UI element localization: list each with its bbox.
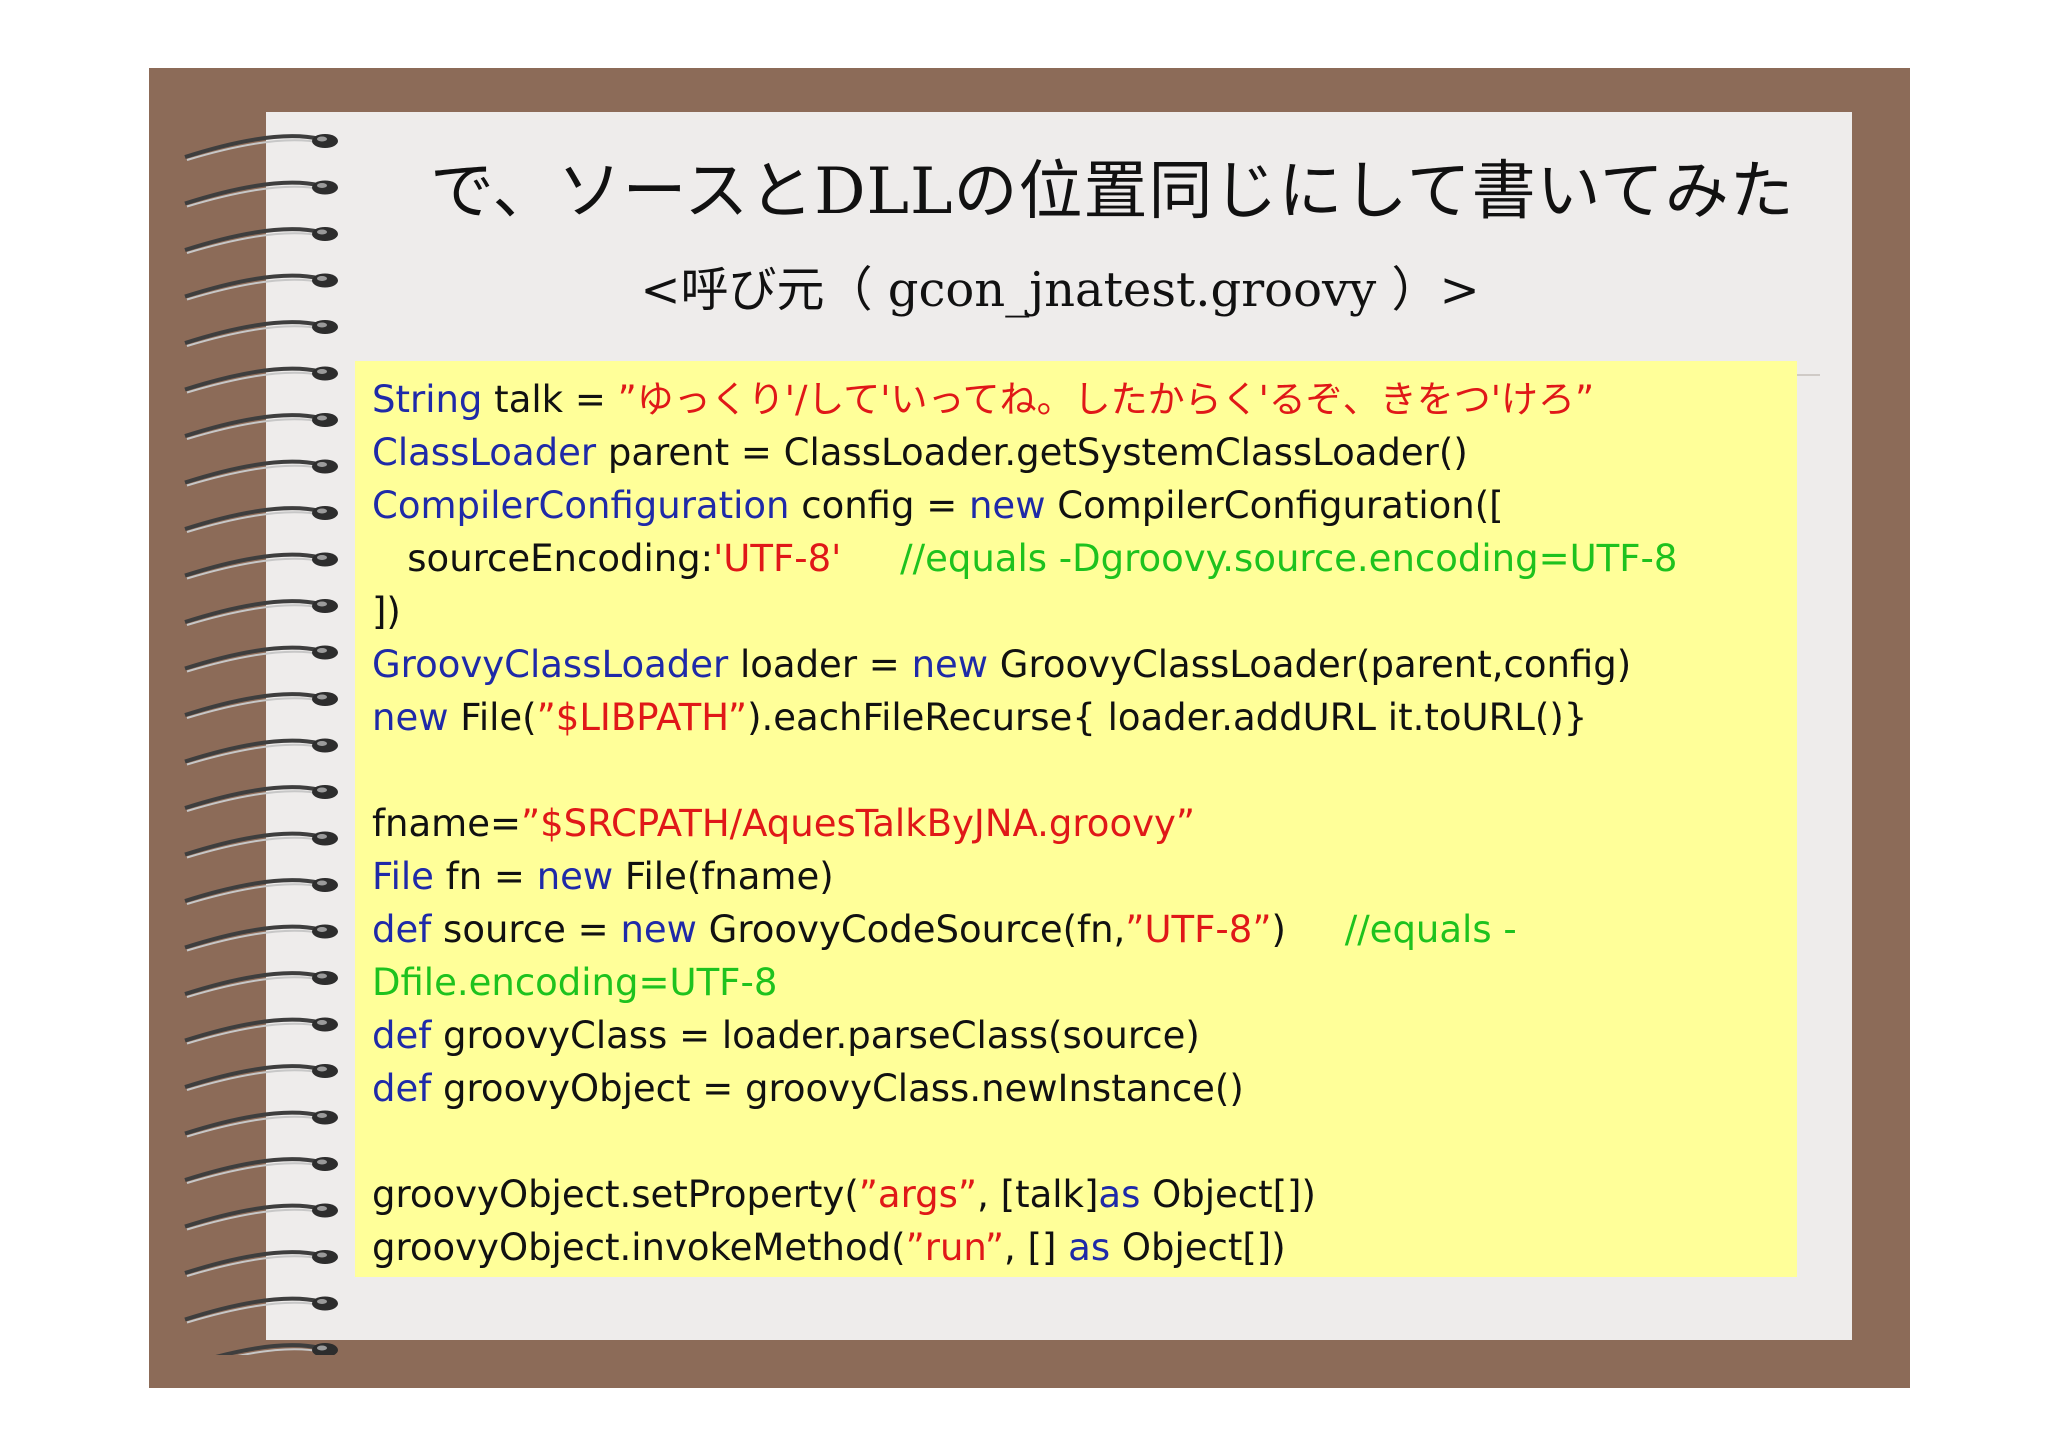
spiral-ring bbox=[184, 506, 338, 533]
code-token: new bbox=[536, 855, 614, 898]
code-token: ”args” bbox=[858, 1173, 978, 1216]
code-line: def source = new GroovyCodeSource(fn,”UT… bbox=[372, 903, 1792, 956]
code-token: ”run” bbox=[905, 1226, 1004, 1269]
code-token: new bbox=[911, 643, 989, 686]
spiral-ring bbox=[184, 738, 338, 766]
spiral-ring bbox=[184, 1017, 338, 1045]
code-token: fn = bbox=[433, 855, 537, 898]
code-line: ClassLoader parent = ClassLoader.getSyst… bbox=[372, 426, 1792, 479]
code-token: ClassLoader bbox=[372, 431, 597, 474]
code-token: groovyObject.invokeMethod( bbox=[372, 1226, 906, 1269]
code-line: groovyObject.setProperty(”args”, [talk]a… bbox=[372, 1168, 1792, 1221]
code-token: ”$LIBPATH” bbox=[536, 696, 748, 739]
spiral-ring bbox=[184, 599, 338, 626]
code-token: Dfile.encoding=UTF-8 bbox=[372, 961, 778, 1004]
spiral-ring bbox=[184, 459, 338, 487]
code-token: def bbox=[372, 1067, 432, 1110]
code-lines: String talk = ”ゆっくり'/して'いってね。したからく'るぞ、きを… bbox=[372, 373, 1792, 1274]
code-token: //equals - bbox=[1285, 908, 1517, 951]
spiral-ring bbox=[184, 785, 338, 812]
code-token: , [] bbox=[1004, 1226, 1069, 1269]
spiral-ring bbox=[184, 366, 338, 394]
code-token: groovyObject = groovyClass.newInstance() bbox=[431, 1067, 1244, 1110]
code-token: new bbox=[968, 484, 1046, 527]
spiral-ring bbox=[184, 1250, 338, 1277]
slide-title: で、ソースとDLLの位置同じにして書いてみた bbox=[430, 155, 1795, 229]
spiral-ring bbox=[184, 180, 338, 208]
code-token: GroovyClassLoader(parent,config) bbox=[988, 643, 1632, 686]
spiral-binding bbox=[184, 134, 338, 1355]
spiral-ring bbox=[184, 924, 338, 952]
spiral-ring bbox=[184, 692, 338, 719]
code-token: ).eachFileRecurse{ loader.addURL it.toUR… bbox=[747, 696, 1588, 739]
code-token: GroovyCodeSource(fn, bbox=[696, 908, 1126, 951]
spiral-ring bbox=[184, 1064, 338, 1091]
code-token: loader = bbox=[728, 643, 912, 686]
code-token: Object[]) bbox=[1140, 1173, 1316, 1216]
code-token: , [talk] bbox=[977, 1173, 1099, 1216]
code-token: new bbox=[372, 696, 449, 739]
slide-subtitle: <呼び元（ gcon_jnatest.groovy ）> bbox=[640, 262, 1480, 318]
code-token: CompilerConfiguration bbox=[372, 484, 790, 527]
code-line: def groovyClass = loader.parseClass(sour… bbox=[372, 1009, 1792, 1062]
code-token: groovyClass = loader.parseClass(source) bbox=[431, 1014, 1200, 1057]
code-token: File(fname) bbox=[613, 855, 834, 898]
code-line: fname=”$SRCPATH/AquesTalkByJNA.groovy” bbox=[372, 797, 1792, 850]
code-token: new bbox=[620, 908, 697, 951]
code-token: 'UTF-8' bbox=[713, 537, 842, 580]
code-token: ”UTF-8” bbox=[1125, 908, 1272, 951]
code-token: groovyObject.setProperty( bbox=[372, 1173, 859, 1216]
code-token: parent = ClassLoader.getSystemClassLoade… bbox=[596, 431, 1468, 474]
code-token: String bbox=[372, 378, 483, 421]
spiral-ring bbox=[184, 1110, 338, 1138]
code-token: talk = bbox=[482, 378, 618, 421]
code-token: ]) bbox=[372, 590, 401, 633]
code-token: as bbox=[1098, 1173, 1141, 1216]
code-token: File bbox=[372, 855, 434, 898]
code-line: File fn = new File(fname) bbox=[372, 850, 1792, 903]
spiral-ring bbox=[184, 273, 338, 301]
spiral-ring bbox=[184, 134, 338, 161]
code-line: sourceEncoding:'UTF-8' //equals -Dgroovy… bbox=[372, 532, 1792, 585]
spiral-ring bbox=[184, 878, 338, 905]
code-token: as bbox=[1068, 1226, 1111, 1269]
code-line: def groovyObject = groovyClass.newInstan… bbox=[372, 1062, 1792, 1115]
code-line: ]) bbox=[372, 585, 1792, 638]
code-token: Object[]) bbox=[1110, 1226, 1286, 1269]
spiral-ring bbox=[184, 227, 338, 254]
code-line: groovyObject.invokeMethod(”run”, [] as O… bbox=[372, 1221, 1792, 1274]
code-token: ”$SRCPATH/AquesTalkByJNA.groovy” bbox=[520, 802, 1196, 845]
spiral-ring bbox=[215, 1343, 338, 1355]
code-token: fname= bbox=[372, 802, 521, 845]
code-line: new File(”$LIBPATH”).eachFileRecurse{ lo… bbox=[372, 691, 1792, 744]
code-token: def bbox=[372, 908, 432, 951]
spiral-ring bbox=[184, 1296, 338, 1324]
spiral-ring bbox=[184, 1157, 338, 1184]
code-token: GroovyClassLoader bbox=[372, 643, 729, 686]
code-token: sourceEncoding: bbox=[372, 537, 714, 580]
spiral-ring bbox=[184, 971, 338, 998]
spiral-ring bbox=[184, 552, 338, 580]
spiral-ring bbox=[184, 831, 338, 859]
code-token: File( bbox=[448, 696, 537, 739]
code-token: source = bbox=[431, 908, 621, 951]
code-line: Dfile.encoding=UTF-8 bbox=[372, 956, 1792, 1009]
code-line: GroovyClassLoader loader = new GroovyCla… bbox=[372, 638, 1792, 691]
code-token: //equals -Dgroovy.source.encoding=UTF-8 bbox=[841, 537, 1678, 580]
spiral-ring bbox=[184, 320, 338, 347]
code-token: config = bbox=[789, 484, 969, 527]
code-token: ) bbox=[1271, 908, 1286, 951]
code-token: ”ゆっくり'/して'いってね。したからく'るぞ、きをつ'けろ” bbox=[617, 378, 1595, 421]
spiral-ring bbox=[184, 413, 338, 440]
code-token: CompilerConfiguration([ bbox=[1045, 484, 1504, 527]
code-line: String talk = ”ゆっくり'/して'いってね。したからく'るぞ、きを… bbox=[372, 373, 1792, 426]
spiral-ring bbox=[184, 645, 338, 673]
code-line: CompilerConfiguration config = new Compi… bbox=[372, 479, 1792, 532]
spiral-ring bbox=[184, 1203, 338, 1231]
code-token: def bbox=[372, 1014, 432, 1057]
